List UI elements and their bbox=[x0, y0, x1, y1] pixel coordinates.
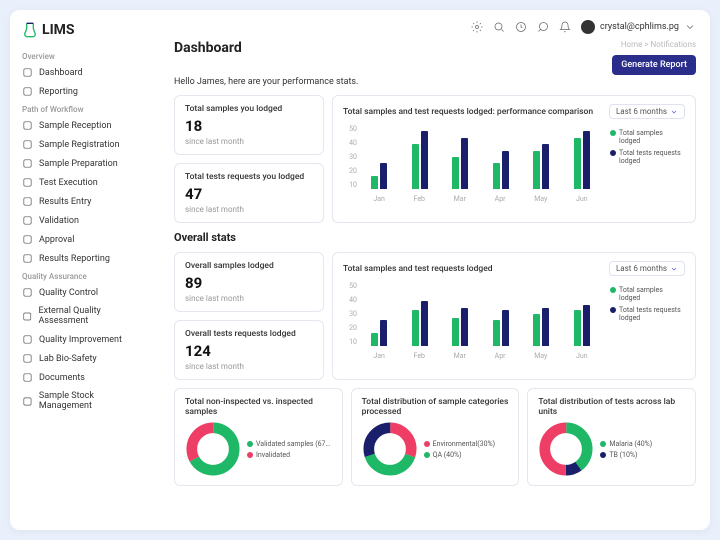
bar bbox=[493, 320, 500, 346]
bar bbox=[421, 131, 428, 189]
stat-samples-lodged: Total samples you lodged 18 since last m… bbox=[174, 95, 324, 155]
nav-icon bbox=[22, 177, 33, 188]
nav-icon bbox=[22, 158, 33, 169]
sidebar: LIMS OverviewDashboardReportingPath of W… bbox=[10, 10, 160, 530]
search-icon[interactable] bbox=[493, 21, 505, 33]
nav-icon bbox=[22, 215, 33, 226]
bar bbox=[574, 310, 581, 346]
nav-section-label: Quality Assurance bbox=[10, 268, 160, 283]
donut-segment bbox=[545, 428, 587, 470]
bar bbox=[452, 318, 459, 346]
sidebar-item-test-execution[interactable]: Test Execution bbox=[10, 173, 160, 192]
stat-tests-lodged: Total tests requests you lodged 47 since… bbox=[174, 163, 324, 223]
user-menu[interactable]: crystal@cphlims.pg bbox=[581, 20, 696, 34]
chevron-down-icon bbox=[684, 21, 696, 33]
nav-icon bbox=[22, 311, 33, 322]
nav-section-label: Path of Workflow bbox=[10, 101, 160, 116]
subtitle: Hello James, here are your performance s… bbox=[174, 77, 696, 87]
bar bbox=[371, 333, 378, 346]
donut-segment bbox=[192, 428, 234, 470]
sidebar-item-lab-bio-safety[interactable]: Lab Bio-Safety bbox=[10, 349, 160, 368]
nav-icon bbox=[22, 396, 33, 407]
bar bbox=[412, 310, 419, 346]
sidebar-item-sample-registration[interactable]: Sample Registration bbox=[10, 135, 160, 154]
stat-overall-tests: Overall tests requests lodged 124 since … bbox=[174, 320, 324, 380]
bar bbox=[461, 138, 468, 189]
nav-icon bbox=[22, 139, 33, 150]
nav-icon bbox=[22, 67, 33, 78]
bar bbox=[380, 163, 387, 189]
bar bbox=[452, 157, 459, 189]
bar bbox=[421, 301, 428, 346]
chart-overall: Total samples and test requests lodged L… bbox=[332, 252, 696, 380]
donut-units: Total distribution of tests across lab u… bbox=[527, 388, 696, 486]
sidebar-item-sample-preparation[interactable]: Sample Preparation bbox=[10, 154, 160, 173]
bar bbox=[533, 151, 540, 189]
donut-categories: Total distribution of sample categories … bbox=[351, 388, 520, 486]
bell-icon[interactable] bbox=[559, 21, 571, 33]
stat-overall-samples: Overall samples lodged 89 since last mon… bbox=[174, 252, 324, 312]
chart1-range-dropdown[interactable]: Last 6 months bbox=[609, 104, 685, 119]
sidebar-item-sample-stock-management[interactable]: Sample Stock Management bbox=[10, 387, 160, 415]
bar bbox=[542, 144, 549, 189]
bar bbox=[533, 314, 540, 346]
sidebar-item-results-entry[interactable]: Results Entry bbox=[10, 192, 160, 211]
bar bbox=[461, 308, 468, 346]
content: Dashboard Home > Notifications Generate … bbox=[160, 40, 710, 530]
bar bbox=[493, 163, 500, 189]
sidebar-item-external-quality-assessment[interactable]: External Quality Assessment bbox=[10, 302, 160, 330]
chat-icon[interactable] bbox=[537, 21, 549, 33]
nav-icon bbox=[22, 253, 33, 264]
nav-icon bbox=[22, 353, 33, 364]
bar bbox=[502, 310, 509, 346]
chart1-legend: Total samples lodged Total tests request… bbox=[610, 125, 685, 203]
chart-performance: Total samples and test requests lodged: … bbox=[332, 95, 696, 223]
generate-report-button[interactable]: Generate Report bbox=[612, 55, 696, 75]
nav-icon bbox=[22, 334, 33, 345]
chevron-down-icon bbox=[670, 265, 678, 273]
clock-icon[interactable] bbox=[515, 21, 527, 33]
donut-segment bbox=[368, 428, 410, 470]
sidebar-item-dashboard[interactable]: Dashboard bbox=[10, 63, 160, 82]
bar bbox=[574, 138, 581, 189]
nav-icon bbox=[22, 120, 33, 131]
nav-section-label: Overview bbox=[10, 48, 160, 63]
page-title: Dashboard bbox=[174, 40, 242, 56]
nav-icon bbox=[22, 196, 33, 207]
chevron-down-icon bbox=[670, 108, 678, 116]
main: crystal@cphlims.pg Dashboard Home > Noti… bbox=[160, 10, 710, 530]
chart2-range-dropdown[interactable]: Last 6 months bbox=[609, 261, 685, 276]
bar bbox=[583, 131, 590, 189]
chart2-legend: Total samples lodged Total tests request… bbox=[610, 282, 685, 360]
donut-inspected: Total non-inspected vs. inspected sample… bbox=[174, 388, 343, 486]
sidebar-item-validation[interactable]: Validation bbox=[10, 211, 160, 230]
nav-icon bbox=[22, 372, 33, 383]
sidebar-item-sample-reception[interactable]: Sample Reception bbox=[10, 116, 160, 135]
user-email: crystal@cphlims.pg bbox=[600, 22, 679, 32]
app-shell: LIMS OverviewDashboardReportingPath of W… bbox=[10, 10, 710, 530]
breadcrumb: Home > Notifications bbox=[612, 40, 696, 49]
sidebar-item-results-reporting[interactable]: Results Reporting bbox=[10, 249, 160, 268]
sidebar-item-reporting[interactable]: Reporting bbox=[10, 82, 160, 101]
sidebar-item-quality-improvement[interactable]: Quality Improvement bbox=[10, 330, 160, 349]
bar bbox=[502, 151, 509, 189]
gear-icon[interactable] bbox=[471, 21, 483, 33]
nav-icon bbox=[22, 287, 33, 298]
topbar: crystal@cphlims.pg bbox=[160, 10, 710, 40]
bar bbox=[371, 176, 378, 189]
overall-heading: Overall stats bbox=[174, 231, 696, 244]
nav-icon bbox=[22, 234, 33, 245]
nav-icon bbox=[22, 86, 33, 97]
bar bbox=[380, 320, 387, 346]
bar bbox=[583, 305, 590, 346]
sidebar-item-documents[interactable]: Documents bbox=[10, 368, 160, 387]
bar bbox=[412, 144, 419, 189]
logo: LIMS bbox=[10, 18, 160, 48]
sidebar-item-quality-control[interactable]: Quality Control bbox=[10, 283, 160, 302]
sidebar-item-approval[interactable]: Approval bbox=[10, 230, 160, 249]
bar bbox=[542, 308, 549, 346]
avatar bbox=[581, 20, 595, 34]
logo-text: LIMS bbox=[42, 22, 75, 38]
